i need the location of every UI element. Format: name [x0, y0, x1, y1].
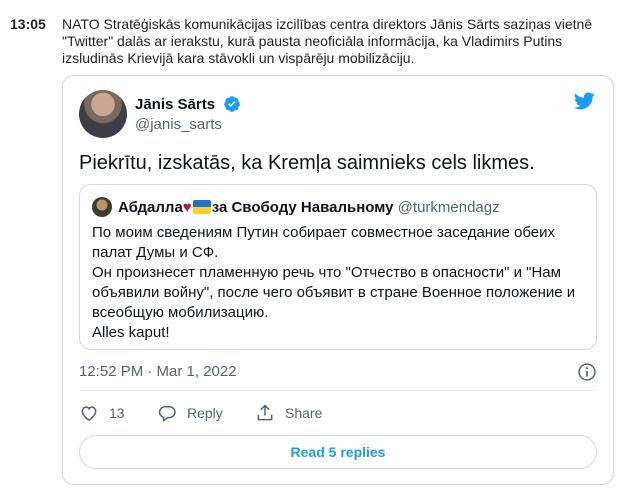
embedded-tweet[interactable]: Jānis Sārts @janis_sarts Piekrītu, izska…	[62, 75, 614, 485]
quoted-author-name-part2: за Свободу Навальному	[211, 199, 394, 216]
share-button[interactable]: Share	[255, 402, 322, 424]
quoted-line: Alles kaput!	[92, 324, 170, 341]
author-handle[interactable]: @janis_sarts	[135, 116, 222, 133]
verified-badge-icon	[224, 96, 240, 112]
read-replies-button[interactable]: Read 5 replies	[79, 435, 597, 469]
divider	[79, 390, 597, 391]
like-button[interactable]: 13	[79, 402, 125, 424]
heart-icon	[81, 406, 97, 421]
tweet-timestamp[interactable]: 12:52 PM · Mar 1, 2022	[79, 363, 237, 380]
share-label: Share	[285, 405, 323, 421]
info-icon[interactable]	[577, 362, 597, 382]
author-avatar[interactable]	[79, 90, 127, 138]
reply-button[interactable]: Reply	[157, 402, 223, 424]
heart-emoji-icon: ♥	[182, 199, 192, 216]
tweet-text: Piekrītu, izskatās, ka Kremļa saimnieks …	[79, 152, 535, 174]
author-name[interactable]: Jānis Sārts	[135, 96, 215, 113]
like-count: 13	[109, 405, 125, 421]
quoted-tweet[interactable]: Абдалла♥ за Свободу Навальному @turkmenda…	[79, 184, 597, 350]
quoted-author-handle: @turkmendagz	[397, 199, 500, 216]
news-text: NATO Stratēģiskās komunikācijas izcilība…	[62, 16, 593, 66]
news-time: 13:05	[10, 16, 46, 32]
reply-bubble-icon	[158, 406, 176, 422]
reply-label: Reply	[187, 405, 223, 421]
share-upload-icon	[257, 404, 273, 421]
quoted-author-line[interactable]: Абдалла♥ за Свободу Навальному @turkmenda…	[118, 199, 500, 216]
quoted-tweet-text: По моим сведениям Путин собирает совмест…	[92, 223, 586, 343]
quoted-line: Он произнесет пламенную речь что "Отчест…	[92, 264, 576, 321]
quoted-author-avatar	[92, 197, 112, 217]
twitter-bird-icon[interactable]	[571, 90, 597, 112]
ukraine-flag-icon	[192, 200, 211, 214]
quoted-line: По моим сведениям Путин собирает совмест…	[92, 224, 555, 261]
quoted-author-name-part1: Абдалла	[118, 199, 183, 216]
